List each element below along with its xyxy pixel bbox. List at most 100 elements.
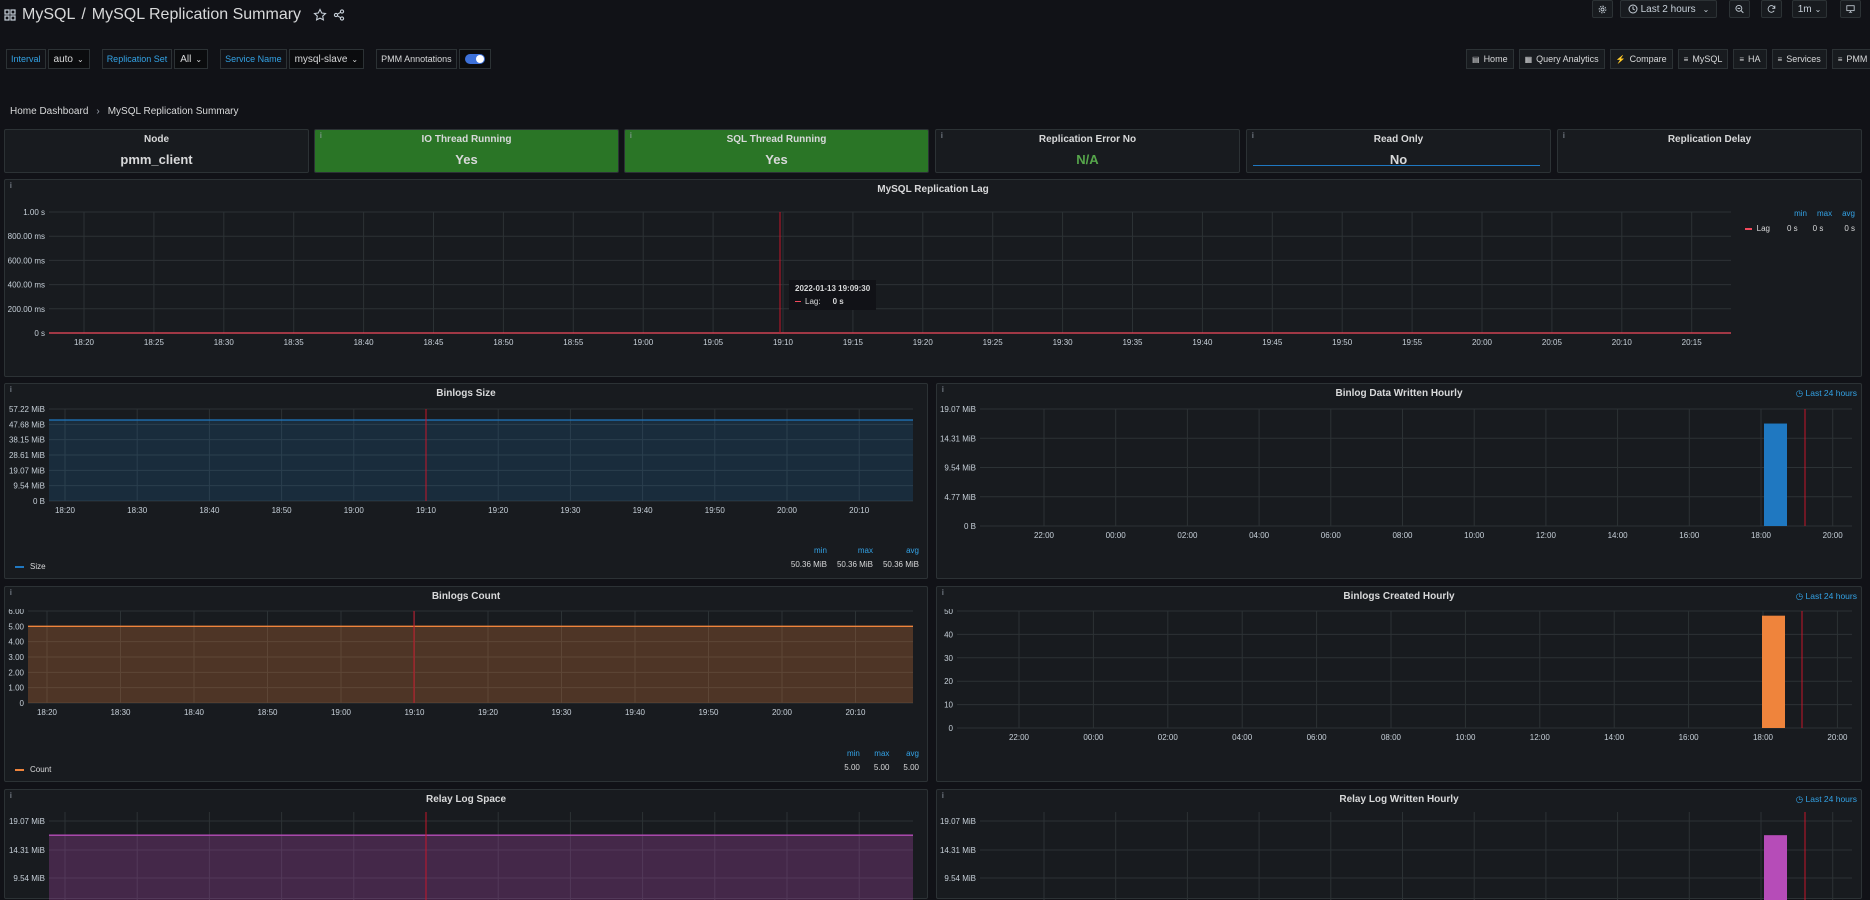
link-compare-label: Compare xyxy=(1629,54,1667,64)
panel-title[interactable]: Binlog Data Written Hourly xyxy=(937,388,1861,399)
service-name-select[interactable]: mysql-slave ⌄ xyxy=(288,49,365,69)
link-pmm[interactable]: ≡ PMM xyxy=(1831,49,1870,69)
y-tick-label: 40 xyxy=(944,630,953,639)
legend-item-count[interactable]: Count xyxy=(15,765,51,774)
x-tick-label: 19:50 xyxy=(1332,338,1353,347)
annotations-toggle[interactable] xyxy=(464,54,485,64)
y-tick-label: 800.00 ms xyxy=(8,232,45,241)
share-icon[interactable] xyxy=(333,9,345,21)
tv-mode-button[interactable] xyxy=(1840,0,1861,18)
panel-title[interactable]: Replication Error No xyxy=(936,134,1239,145)
x-tick-label: 18:20 xyxy=(74,338,95,347)
binlogs-created-chart[interactable]: 0 10 20 30 40 50 22:00 00:00 02:00 04:00 06:00 08:0… xyxy=(937,609,1859,779)
x-tick-label: 18:35 xyxy=(284,338,305,347)
replication-set-select[interactable]: All ⌄ xyxy=(174,49,209,69)
relay-log-written-chart[interactable]: 9.54 MiB 14.31 MiB 19.07 MiB xyxy=(937,812,1859,900)
x-tick-label: 16:00 xyxy=(1679,733,1700,742)
x-tick-label: 20:10 xyxy=(849,506,870,515)
stat-panel-node: Node pmm_client xyxy=(4,129,309,173)
link-query-analytics[interactable]: ▦ Query Analytics xyxy=(1518,49,1605,69)
apps-grid-icon[interactable] xyxy=(4,9,16,21)
panel-title[interactable]: Binlogs Created Hourly xyxy=(937,591,1861,602)
folder-link[interactable]: MySQL xyxy=(22,6,75,24)
breadcrumb-current[interactable]: MySQL Replication Summary xyxy=(108,106,239,117)
dashboard-settings-button[interactable] xyxy=(1592,0,1613,18)
bars-icon: ≡ xyxy=(1777,54,1783,64)
panel-title[interactable]: SQL Thread Running xyxy=(625,134,928,145)
panel-title[interactable]: Relay Log Written Hourly xyxy=(937,794,1861,805)
y-tick-label: 6.00 xyxy=(8,609,24,616)
y-tick-label: 19.07 MiB xyxy=(9,817,45,826)
x-tick-label: 19:20 xyxy=(913,338,934,347)
panel-title[interactable]: MySQL Replication Lag xyxy=(5,184,1861,195)
x-tick-label: 18:50 xyxy=(272,506,293,515)
legend-item-size[interactable]: Size xyxy=(15,562,46,571)
chevron-down-icon: ⌄ xyxy=(76,54,84,64)
star-icon[interactable] xyxy=(313,8,327,22)
zoom-out-button[interactable] xyxy=(1729,0,1750,18)
x-tick-label: 08:00 xyxy=(1381,733,1402,742)
legend-max-header[interactable]: max xyxy=(858,546,873,555)
zoom-out-icon xyxy=(1735,4,1744,14)
refresh-button[interactable] xyxy=(1761,0,1782,18)
panel-title[interactable]: Node xyxy=(5,134,308,145)
y-tick-label: 0 s xyxy=(34,329,45,338)
x-tick-label: 19:30 xyxy=(560,506,581,515)
legend-avg-header[interactable]: avg xyxy=(906,546,919,555)
binlogs-size-chart[interactable]: 0 B 9.54 MiB 19.07 MiB 28.61 MiB 38.15 MiB 47… xyxy=(5,406,925,544)
x-tick-label: 19:10 xyxy=(773,338,794,347)
x-tick-label: 20:00 xyxy=(772,708,793,717)
panel-replication-lag: i MySQL Replication Lag 0 s 200.00 ms 400.… xyxy=(4,179,1862,377)
link-ha[interactable]: ≡ HA xyxy=(1733,49,1767,69)
link-compare[interactable]: ⚡ Compare xyxy=(1609,49,1673,69)
link-icon: ▤ xyxy=(1472,54,1480,64)
service-name-variable-label: Service Name xyxy=(220,49,287,69)
legend-min-header[interactable]: min xyxy=(1794,209,1807,218)
x-tick-label: 19:50 xyxy=(698,708,719,717)
time-picker-button[interactable]: Last 2 hours ⌄ xyxy=(1620,0,1717,18)
panel-title[interactable]: Binlogs Count xyxy=(5,591,927,602)
legend-min-header[interactable]: min xyxy=(847,749,860,758)
legend-max-header[interactable]: max xyxy=(874,749,889,758)
tooltip-value: 0 s xyxy=(832,297,844,306)
link-mysql[interactable]: ≡ MySQL xyxy=(1677,49,1729,69)
time-override-label: ◷ Last 24 hours xyxy=(1795,794,1857,804)
interval-select[interactable]: auto ⌄ xyxy=(47,49,90,69)
time-override-label: ◷ Last 24 hours xyxy=(1795,388,1857,398)
breadcrumb-home-link[interactable]: Home Dashboard xyxy=(10,106,88,117)
legend-max-header[interactable]: max xyxy=(1817,209,1832,218)
legend-min-value: 50.36 MiB xyxy=(790,560,827,569)
x-tick-label: 19:20 xyxy=(478,708,499,717)
panel-title[interactable]: Binlogs Size xyxy=(5,388,927,399)
refresh-interval-picker[interactable]: 1m ⌄ xyxy=(1792,0,1827,18)
x-tick-label: 20:10 xyxy=(845,708,866,717)
legend: min max avg Lag 0 s 0 s 0 s xyxy=(1745,209,1855,233)
link-home[interactable]: ▤ Home xyxy=(1466,49,1514,69)
panel-title[interactable]: IO Thread Running xyxy=(315,134,618,145)
panel-title[interactable]: Replication Delay xyxy=(1558,134,1861,145)
relay-log-space-chart[interactable]: 9.54 MiB 14.31 MiB 19.07 MiB xyxy=(5,812,925,900)
legend-avg-header[interactable]: avg xyxy=(906,749,919,758)
x-tick-label: 20:10 xyxy=(1612,338,1633,347)
panel-title[interactable]: Relay Log Space xyxy=(5,794,927,805)
y-tick-label: 20 xyxy=(944,677,953,686)
x-tick-label: 16:00 xyxy=(1679,531,1700,540)
sparkline xyxy=(1253,165,1540,166)
dashboard-title[interactable]: MySQL Replication Summary xyxy=(92,6,301,24)
y-tick-label: 4.00 xyxy=(8,638,24,647)
replication-set-variable-label: Replication Set xyxy=(101,49,173,69)
y-tick-label: 19.07 MiB xyxy=(940,406,976,414)
legend-min-header[interactable]: min xyxy=(814,546,827,555)
x-tick-label: 18:30 xyxy=(127,506,148,515)
link-services[interactable]: ≡ Services xyxy=(1771,49,1827,69)
legend-item-lag[interactable]: Lag 0 s 0 s 0 s xyxy=(1745,224,1855,233)
x-tick-label: 20:00 xyxy=(1472,338,1493,347)
panel-binlogs-created-hourly: i Binlogs Created Hourly ◷ Last 24 hours… xyxy=(936,586,1862,782)
interval-value: auto xyxy=(53,53,73,65)
legend-avg-header[interactable]: avg xyxy=(1842,209,1855,218)
binlogs-count-chart[interactable]: 0 1.00 2.00 3.00 4.00 5.00 6.00 18:20 18:30 18:40… xyxy=(5,609,925,747)
binlog-data-written-chart[interactable]: 0 B 4.77 MiB 9.54 MiB 14.31 MiB 19.07 MiB 22:… xyxy=(937,406,1859,576)
bar-18:00 xyxy=(1764,835,1787,900)
panel-title[interactable]: Read Only xyxy=(1247,134,1550,145)
refresh-icon xyxy=(1767,5,1776,13)
